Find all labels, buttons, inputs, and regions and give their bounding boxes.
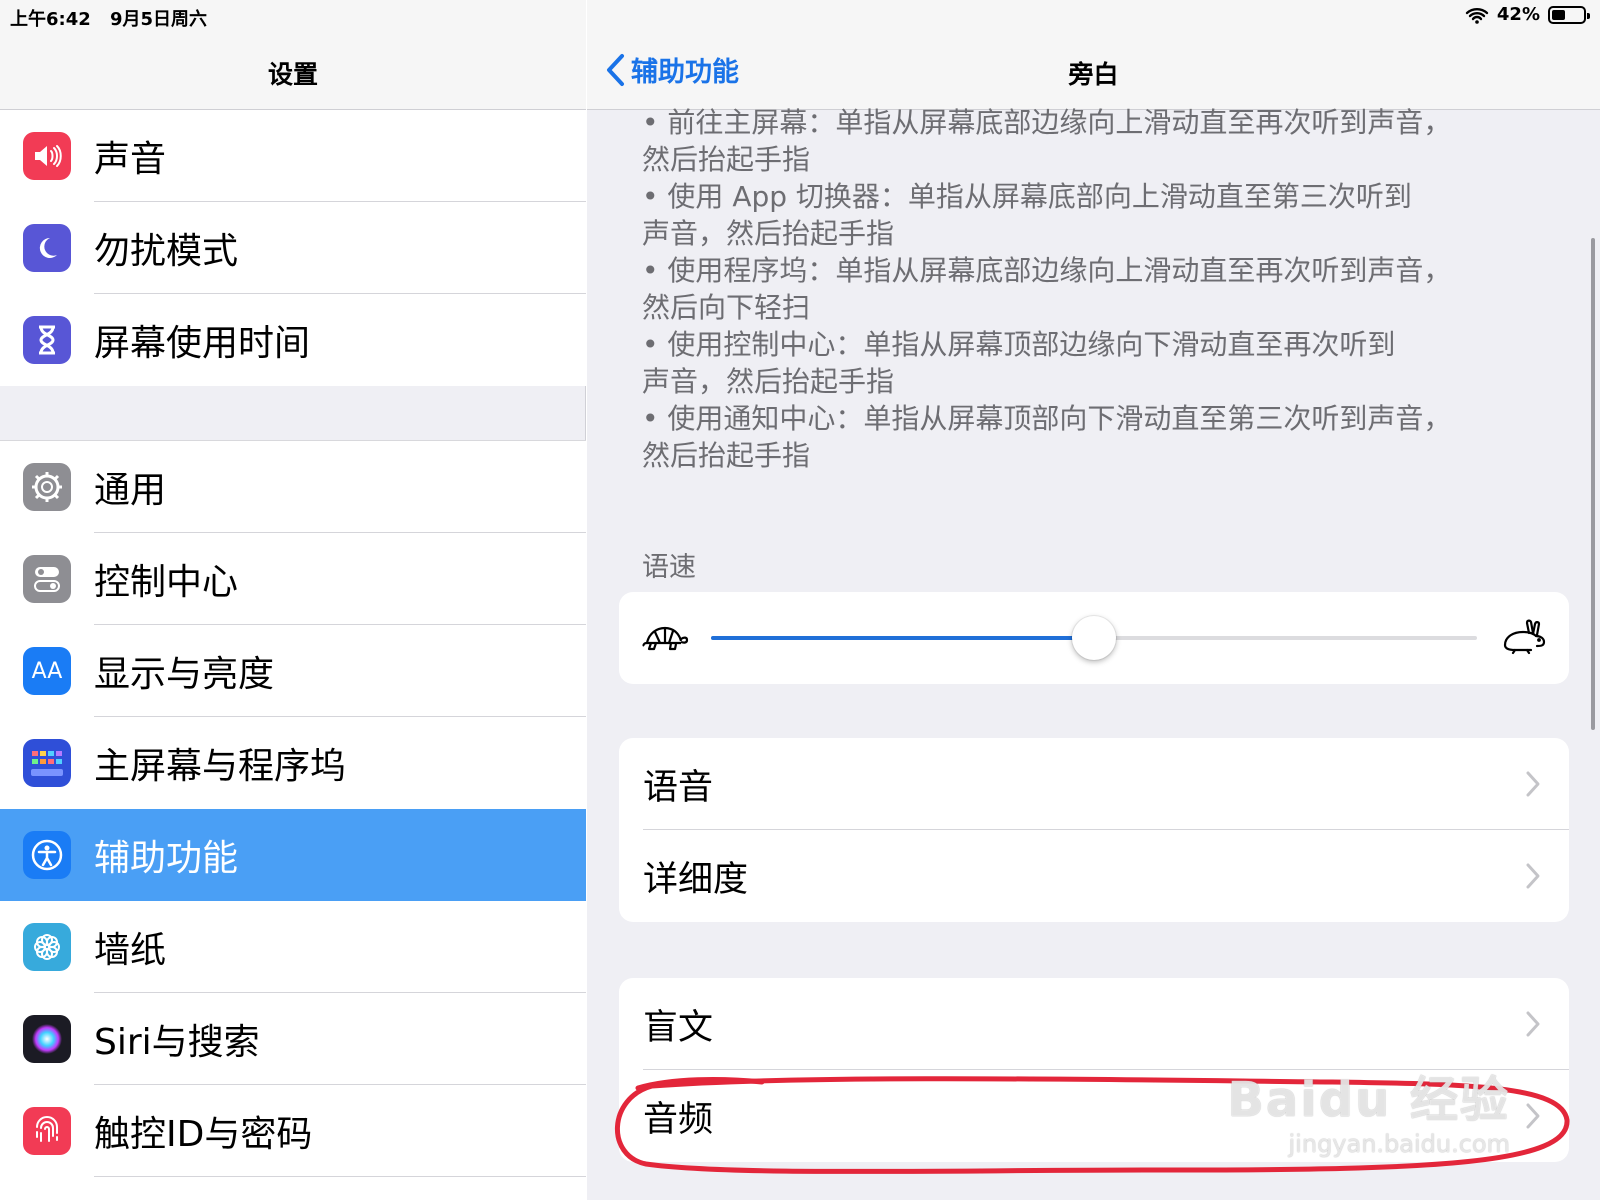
sidebar-item-do-not-disturb[interactable]: 勿扰模式 [0, 202, 586, 294]
status-bar: 上午6:42 9月5日周六 42% [0, 0, 1600, 34]
battery-fill [1552, 9, 1565, 20]
speech-rate-slider-card [619, 592, 1569, 684]
sidebar-item-control-center[interactable]: 控制中心 [0, 533, 586, 625]
sidebar-item-label: 通用 [94, 470, 167, 511]
toggles-icon [23, 555, 71, 603]
help-line: • 使用程序坞：单指从屏幕底部边缘向上滑动直至再次听到声音， [642, 254, 1452, 287]
sidebar-item-label: 屏幕使用时间 [94, 323, 311, 364]
sidebar-item-label: 显示与亮度 [94, 654, 275, 695]
turtle-icon [642, 626, 689, 651]
speaker-icon [23, 132, 71, 180]
accessibility-icon [23, 831, 71, 879]
gesture-help-text: • 前往主屏幕：单指从屏幕底部边缘向上滑动直至再次听到声音， 然后抬起手指 • … [642, 104, 1522, 474]
scrollbar[interactable] [1591, 238, 1595, 730]
watermark-logo-text: Baidu 经验 [1227, 1072, 1510, 1128]
help-line: • 使用控制中心：单指从屏幕顶部边缘向下滑动直至再次听到 [642, 328, 1396, 361]
status-indicators: 42% [1465, 4, 1590, 25]
sidebar-item-label: Siri与搜索 [94, 1022, 260, 1063]
help-line: 声音，然后抬起手指 [642, 365, 895, 398]
divider [94, 1176, 586, 1177]
chevron-right-icon [1526, 771, 1540, 797]
aa-icon: AA [23, 647, 71, 695]
sidebar-item-label: 主屏幕与程序坞 [94, 746, 347, 787]
watermark-url: jingyan.baidu.com [1288, 1130, 1510, 1158]
list-item-voice[interactable]: 语音 [619, 738, 1569, 830]
help-line: • 前往主屏幕：单指从屏幕底部边缘向上滑动直至再次听到声音， [642, 106, 1452, 139]
sidebar-item-siri[interactable]: Siri与搜索 [0, 993, 586, 1085]
help-line: 然后抬起手指 [642, 439, 811, 472]
sidebar-item-display[interactable]: AA 显示与亮度 [0, 625, 586, 717]
status-date: 9月5日周六 [110, 9, 208, 30]
list-item-label: 语音 [643, 767, 714, 808]
list-item-label: 盲文 [643, 1007, 714, 1048]
sidebar-item-home-screen[interactable]: 主屏幕与程序坞 [0, 717, 586, 809]
sidebar-title: 设置 [267, 60, 318, 89]
settings-sidebar: 设置 声音 勿扰模式 屏幕使用时间 通用 控制中心 AA 显示与亮度 主屏幕与程… [0, 0, 586, 1200]
flower-icon [23, 923, 71, 971]
help-line: • 使用 App 切换器：单指从屏幕底部向上滑动直至第三次听到 [642, 180, 1412, 213]
watermark: Baidu 经验 jingyan.baidu.com [1227, 1060, 1510, 1158]
sidebar-item-touch-id[interactable]: 触控ID与密码 [0, 1085, 586, 1177]
sidebar-item-label: 声音 [94, 139, 167, 180]
sidebar-item-sounds[interactable]: 声音 [0, 110, 586, 202]
page-title: 旁白 [1068, 60, 1119, 89]
list-item-label: 详细度 [643, 859, 749, 900]
status-time: 上午6:42 [10, 9, 91, 30]
rabbit-icon [1503, 619, 1546, 655]
wifi-icon [1465, 7, 1489, 24]
sidebar-item-label: 触控ID与密码 [94, 1114, 313, 1155]
battery-icon [1548, 5, 1590, 24]
voice-settings-list: 语音 详细度 [619, 738, 1569, 922]
battery-percent: 42% [1496, 4, 1540, 25]
chevron-right-icon [1526, 1011, 1540, 1037]
help-line: 然后抬起手指 [642, 143, 811, 176]
sidebar-item-wallpaper[interactable]: 墙纸 [0, 901, 586, 993]
chevron-right-icon [1526, 863, 1540, 889]
siri-icon [23, 1015, 71, 1063]
speech-rate-thumb[interactable] [1072, 616, 1116, 660]
sidebar-item-label: 辅助功能 [94, 838, 239, 879]
list-item-braille[interactable]: 盲文 [619, 978, 1569, 1070]
speech-rate-fill [711, 636, 1094, 640]
fingerprint-icon [23, 1107, 71, 1155]
help-line: 然后向下轻扫 [642, 291, 811, 324]
help-line: • 使用通知中心：单指从屏幕顶部向下滑动直至第三次听到声音， [642, 402, 1452, 435]
list-item-verbosity[interactable]: 详细度 [619, 830, 1569, 922]
sidebar-item-accessibility[interactable]: 辅助功能 [0, 809, 586, 901]
gear-icon [23, 463, 71, 511]
grid-icon [23, 739, 71, 787]
sidebar-item-general[interactable]: 通用 [0, 441, 586, 533]
help-line: 声音，然后抬起手指 [642, 217, 895, 250]
sidebar-item-label: 墙纸 [94, 930, 167, 971]
sidebar-group-2: 通用 控制中心 AA 显示与亮度 主屏幕与程序坞 辅助功能 墙纸 Siri与搜索… [0, 440, 586, 1200]
speech-rate-label: 语速 [642, 552, 696, 583]
sidebar-item-label: 勿扰模式 [94, 231, 239, 272]
sidebar-group-1: 声音 勿扰模式 屏幕使用时间 [0, 110, 586, 386]
sidebar-item-screen-time[interactable]: 屏幕使用时间 [0, 294, 586, 386]
voiceover-detail-pane: 辅助功能 旁白 • 前往主屏幕：单指从屏幕底部边缘向上滑动直至再次听到声音， 然… [587, 0, 1600, 1200]
sidebar-item-label: 控制中心 [94, 562, 239, 603]
hourglass-icon [23, 316, 71, 364]
moon-icon [23, 224, 71, 272]
